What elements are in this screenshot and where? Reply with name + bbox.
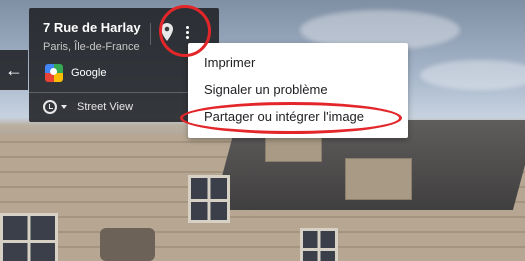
history-icon — [43, 100, 57, 114]
building-window — [300, 228, 338, 261]
google-maps-icon — [45, 64, 63, 82]
building-window — [0, 213, 58, 261]
overflow-menu: Imprimer Signaler un problème Partager o… — [188, 43, 408, 138]
back-button[interactable]: ← — [0, 50, 28, 90]
dot — [185, 25, 189, 29]
cloud — [420, 60, 525, 90]
stone-ornament — [100, 228, 155, 261]
dot — [185, 30, 189, 34]
dot — [185, 35, 189, 39]
street-view-history-button[interactable]: Street View — [43, 100, 133, 114]
menu-item-print[interactable]: Imprimer — [188, 49, 408, 76]
arrow-left-icon: ← — [5, 59, 23, 80]
menu-item-report-problem[interactable]: Signaler un problème — [188, 76, 408, 103]
map-pin-icon[interactable] — [161, 23, 173, 41]
building-window — [188, 175, 230, 223]
place-subtitle: Paris, Île-de-France — [43, 41, 140, 53]
street-view-label: Street View — [77, 101, 134, 113]
header-separator — [150, 23, 151, 45]
caret-down-icon — [61, 105, 67, 109]
provider-row[interactable]: Google — [45, 64, 106, 82]
menu-item-share-embed[interactable]: Partager ou intégrer l'image — [188, 103, 408, 130]
chimney — [345, 158, 412, 200]
provider-label: Google — [71, 67, 107, 79]
more-vert-icon[interactable] — [180, 20, 194, 44]
place-title[interactable]: 7 Rue de Harlay — [43, 20, 141, 35]
